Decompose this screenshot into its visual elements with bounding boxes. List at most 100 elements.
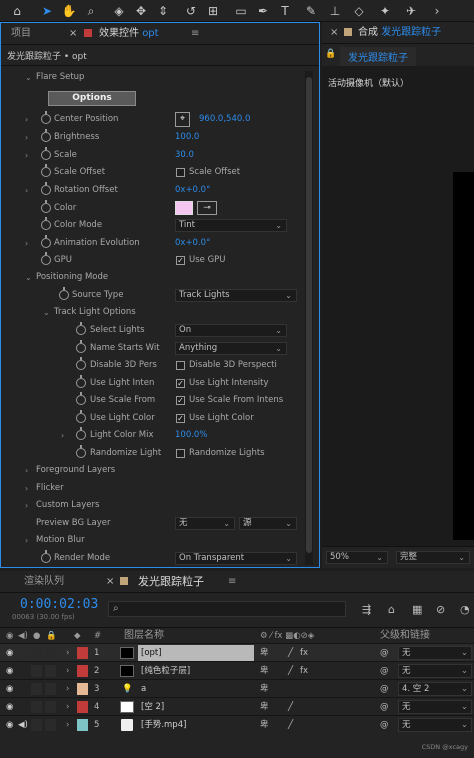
stopwatch-icon[interactable] [76, 375, 86, 388]
clone-stamp-icon[interactable]: ⊥ [326, 2, 344, 20]
group-motion-blur[interactable]: › Motion Blur [1, 532, 301, 549]
lock-toggle[interactable] [45, 719, 56, 731]
type-icon[interactable]: T [276, 2, 294, 20]
chevron-right-icon[interactable]: › [25, 532, 28, 549]
preview-bg-source-dropdown[interactable]: 源 ⌄ [239, 517, 297, 530]
composition-viewer[interactable] [453, 172, 474, 540]
stopwatch-icon[interactable] [41, 550, 51, 563]
close-icon[interactable]: × [69, 23, 77, 45]
scrollbar-track[interactable] [305, 71, 313, 565]
label-color[interactable] [77, 701, 88, 713]
tab-project[interactable]: 项目 [11, 23, 31, 45]
parent-dropdown[interactable]: 无 ⌄ [398, 700, 472, 714]
layer-name[interactable]: a [138, 681, 254, 697]
label-color[interactable] [77, 719, 88, 731]
stopwatch-icon[interactable] [41, 147, 51, 160]
layer-name[interactable]: [空 2] [138, 699, 254, 715]
dolly-icon[interactable]: ⇕ [154, 2, 172, 20]
group-foreground-layers[interactable]: › Foreground Layers [1, 462, 301, 479]
stopwatch-icon[interactable] [76, 322, 86, 335]
solo-icon[interactable]: ● [33, 628, 40, 644]
tab-effect-controls[interactable]: 效果控件 opt [99, 23, 159, 45]
layer-name[interactable]: [opt] [138, 645, 254, 661]
parent-dropdown[interactable]: 无 ⌄ [398, 664, 472, 678]
source-type-dropdown[interactable]: Track Lights ⌄ [175, 289, 297, 302]
randomize-lights-checkbox[interactable] [176, 449, 185, 458]
home-icon[interactable]: ⌂ [8, 2, 26, 20]
use-scale-from-checkbox[interactable]: ✓ [176, 396, 185, 405]
eye-icon[interactable]: ◉ [6, 644, 13, 662]
puppet-pin-icon[interactable]: ✈ [402, 2, 420, 20]
stopwatch-icon[interactable] [41, 164, 51, 177]
chevron-right-icon[interactable]: › [25, 147, 28, 164]
solo-toggle[interactable] [31, 665, 42, 677]
chevron-right-icon[interactable]: › [25, 111, 28, 128]
chevron-right-icon[interactable]: › [25, 182, 28, 199]
panel-menu-icon[interactable]: ≡ [191, 23, 199, 45]
tab-render-queue[interactable]: 渲染队列 [24, 571, 64, 593]
panel-menu-icon[interactable]: ≡ [228, 571, 236, 593]
chevron-icon[interactable]: › [428, 2, 446, 20]
scrollbar-thumb[interactable] [306, 77, 312, 553]
parent-dropdown[interactable]: 无 ⌄ [398, 646, 472, 660]
group-custom-layers[interactable]: › Custom Layers [1, 497, 301, 514]
solo-toggle[interactable] [31, 719, 42, 731]
chevron-right-icon[interactable]: › [66, 680, 69, 698]
comp-flowchart-icon[interactable]: ⇶ [362, 603, 371, 616]
color-swatch[interactable] [175, 201, 193, 215]
label-color[interactable] [77, 683, 88, 695]
anchor-icon[interactable]: ⊞ [204, 2, 222, 20]
eye-icon[interactable]: ◉ [6, 680, 13, 698]
audio-icon[interactable]: ◀) [18, 716, 28, 734]
layer-row[interactable]: ◉ › 2 [纯色粒子层] 卑 ╱ fx @ 无 ⌄ [0, 661, 474, 679]
layer-name[interactable]: [纯色粒子层] [138, 663, 254, 679]
resolution-dropdown[interactable]: 完整 ⌄ [396, 551, 470, 564]
hand-icon[interactable]: ✋ [60, 2, 78, 20]
pickwhip-icon[interactable]: @ [380, 644, 389, 662]
lock-icon[interactable]: 🔒 [46, 628, 57, 644]
animation-evolution-value[interactable]: 0x+0.0° [175, 235, 210, 252]
chevron-right-icon[interactable]: › [66, 662, 69, 680]
lock-toggle[interactable] [45, 665, 56, 677]
chevron-right-icon[interactable]: › [61, 427, 64, 444]
group-positioning-mode[interactable]: ⌄ Positioning Mode [1, 269, 301, 286]
crosshair-icon[interactable]: ⌖ [175, 112, 190, 127]
zoom-icon[interactable]: ⌕ [82, 2, 100, 20]
solo-toggle[interactable] [31, 701, 42, 713]
stopwatch-icon[interactable] [76, 340, 86, 353]
layer-row[interactable]: ◉ ◀) › 5 [手势.mp4] 卑 ╱ @ 无 ⌄ [0, 715, 474, 733]
pickwhip-icon[interactable]: @ [380, 698, 389, 716]
zoom-dropdown[interactable]: 50% ⌄ [326, 551, 388, 564]
roto-brush-icon[interactable]: ✦ [376, 2, 394, 20]
options-button[interactable]: Options [48, 91, 136, 106]
eye-icon[interactable]: ◉ [6, 662, 13, 680]
chevron-down-icon[interactable]: ⌄ [25, 69, 32, 86]
col-layer-name[interactable]: 图层名称 [124, 628, 164, 644]
stopwatch-icon[interactable] [76, 445, 86, 458]
brush-icon[interactable]: ✎ [302, 2, 320, 20]
pickwhip-icon[interactable]: @ [380, 680, 389, 698]
rotate-icon[interactable]: ↺ [182, 2, 200, 20]
name-starts-dropdown[interactable]: Anything ⌄ [175, 342, 287, 355]
chevron-right-icon[interactable]: › [25, 235, 28, 252]
group-track-light-options[interactable]: ⌄ Track Light Options [1, 304, 301, 321]
chevron-down-icon[interactable]: ⌄ [25, 269, 32, 286]
stopwatch-icon[interactable] [41, 129, 51, 142]
chevron-right-icon[interactable]: › [25, 462, 28, 479]
select-lights-dropdown[interactable]: On ⌄ [175, 324, 287, 337]
pickwhip-icon[interactable]: @ [380, 662, 389, 680]
layer-row[interactable]: ◉ › 3 💡 a 卑 @4. 空 2 ⌄ [0, 679, 474, 697]
collapse-switch-icon[interactable]: 卑 [260, 698, 269, 716]
fx-icon[interactable]: fx [300, 644, 308, 662]
chevron-right-icon[interactable]: › [25, 497, 28, 514]
lock-toggle[interactable] [45, 701, 56, 713]
stopwatch-icon[interactable] [41, 182, 51, 195]
lock-icon[interactable]: 🔒 [325, 49, 336, 59]
collapse-switch-icon[interactable]: 卑 [260, 716, 269, 734]
eyedropper-icon[interactable]: ⊸ [197, 201, 217, 215]
layer-row[interactable]: ◉ › 1 [opt] 卑 ╱ fx @ 无 ⌄ [0, 643, 474, 661]
selection-icon[interactable]: ➤ [38, 2, 56, 20]
use-gpu-checkbox[interactable]: ✓ [176, 256, 185, 265]
chevron-down-icon[interactable]: ⌄ [43, 304, 50, 321]
group-flare-setup[interactable]: ⌄ Flare Setup [1, 69, 301, 86]
